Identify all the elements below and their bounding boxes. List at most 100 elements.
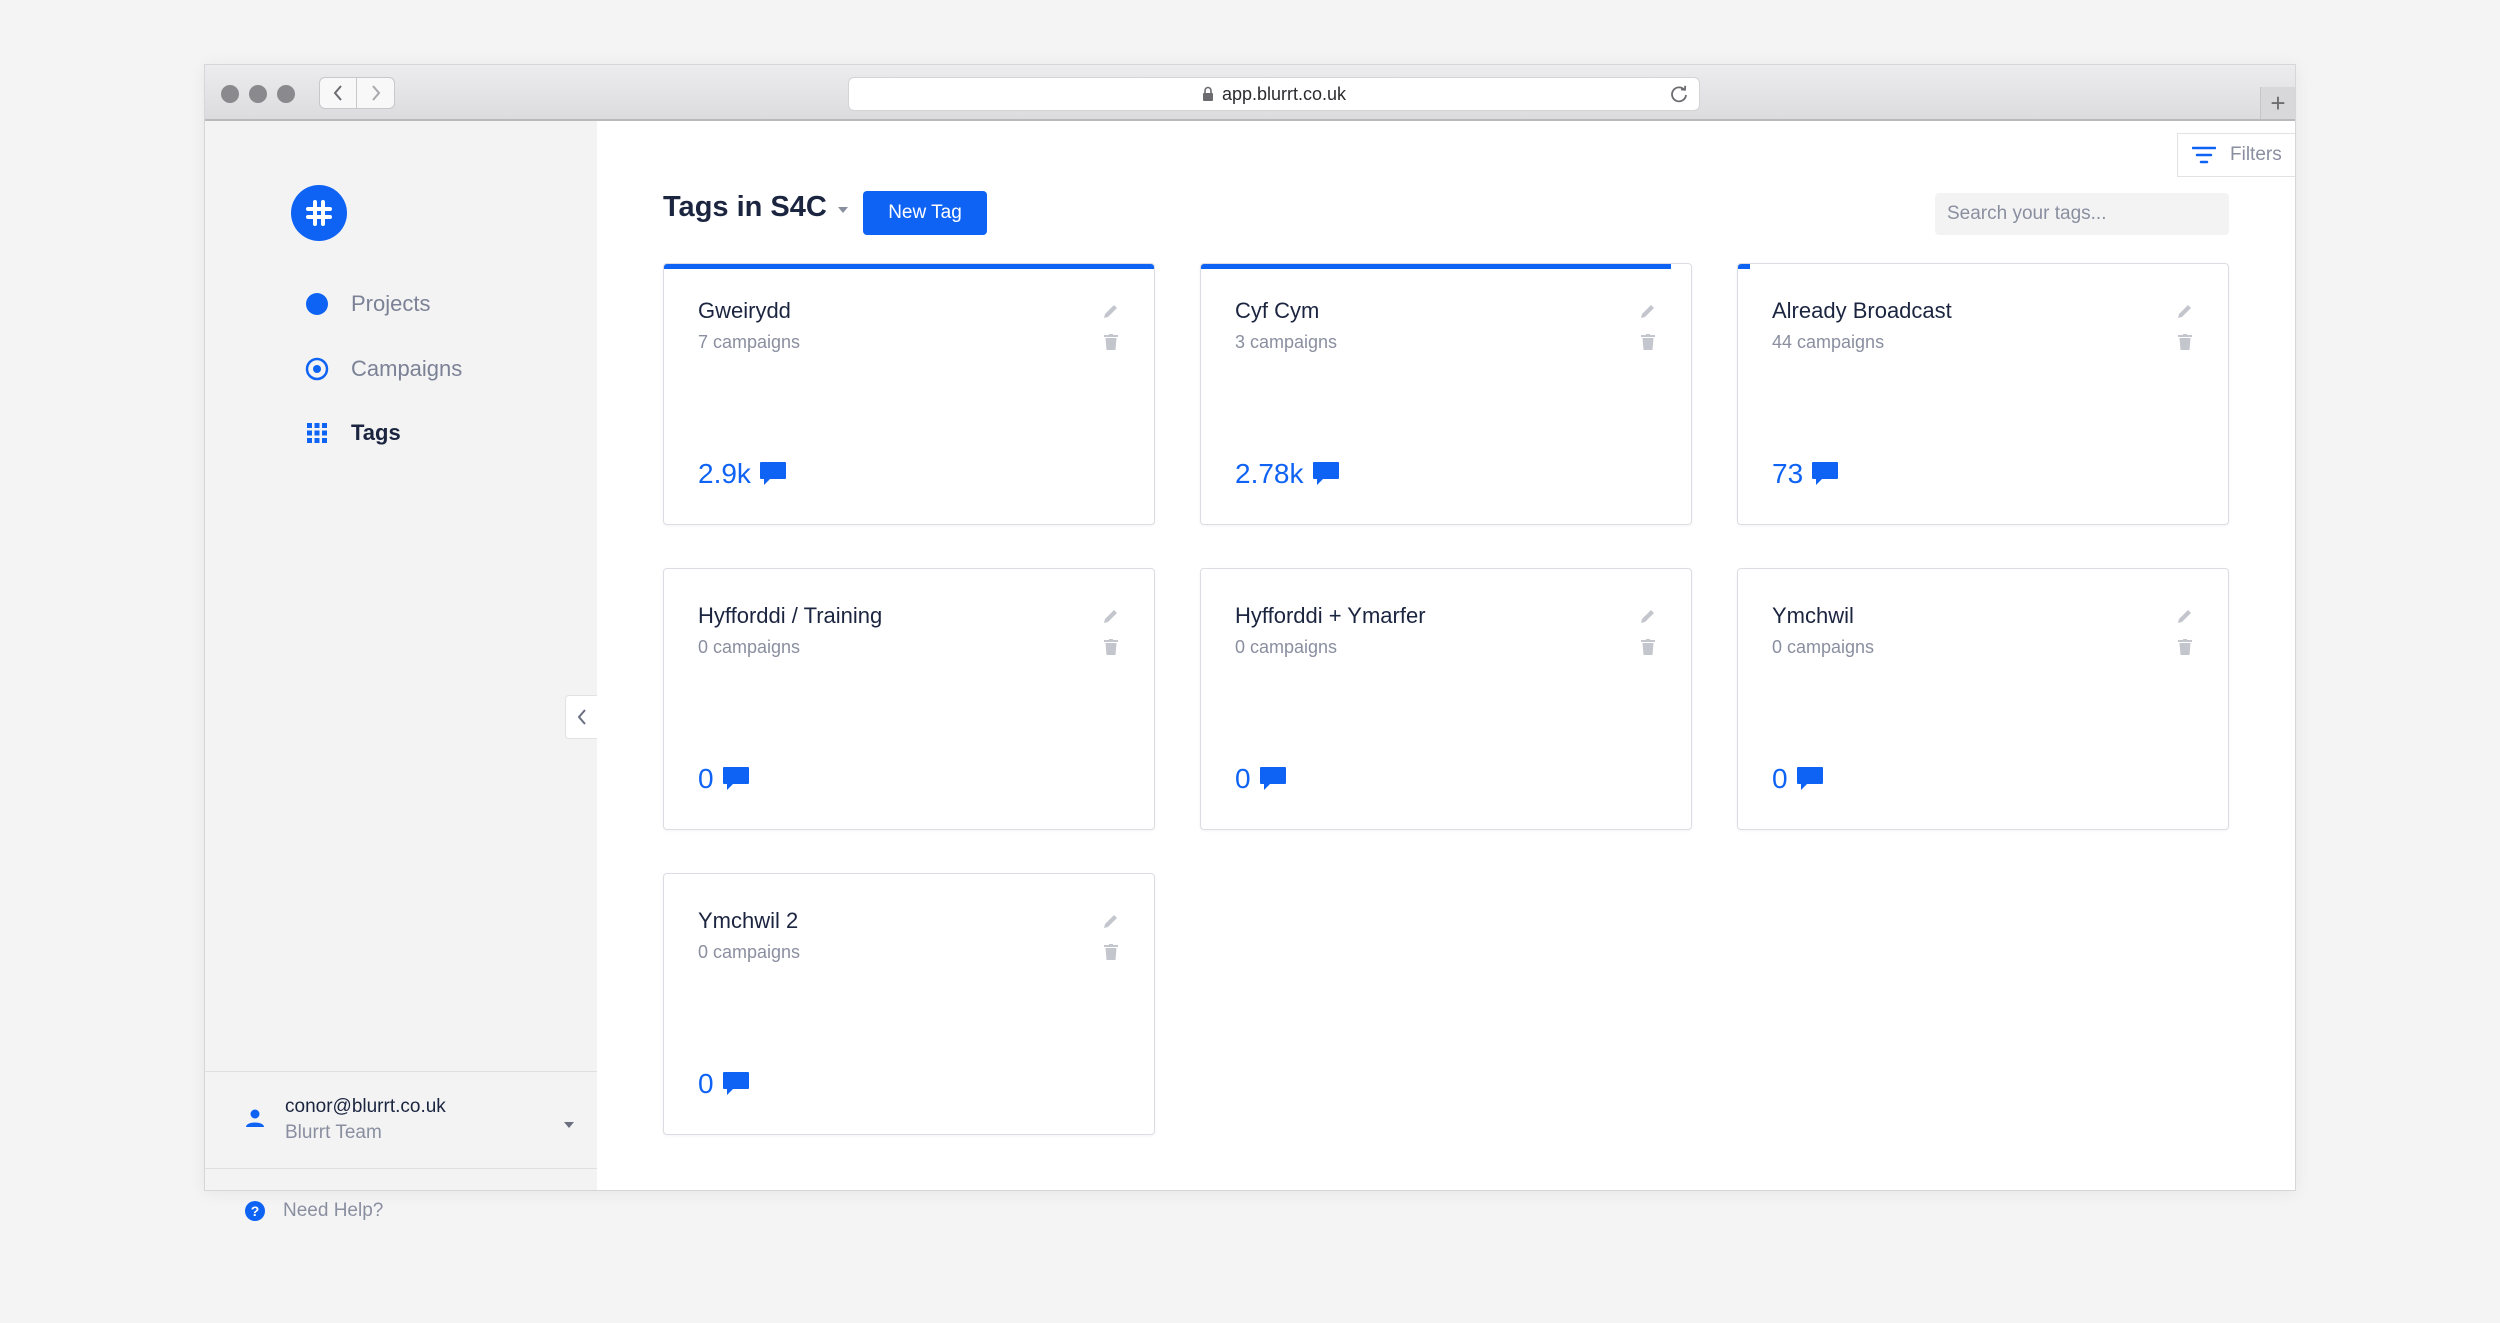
- chat-bubble-icon: [759, 461, 787, 487]
- sidebar: Projects Campaigns Tags conor@blurrt.co.…: [205, 121, 597, 1221]
- tag-card[interactable]: Hyfforddi / Training 0 campaigns 0: [663, 568, 1155, 830]
- filters-button[interactable]: Filters: [2177, 133, 2295, 177]
- chat-bubble-icon: [722, 766, 750, 792]
- help-icon: ?: [245, 1201, 265, 1221]
- chat-bubble-icon: [1312, 461, 1340, 487]
- filters-label: Filters: [2230, 144, 2282, 165]
- tag-mentions: 0: [698, 763, 750, 795]
- tag-name: Gweirydd: [698, 298, 791, 323]
- sidebar-item-projects[interactable]: Projects: [305, 291, 430, 317]
- sidebar-item-campaigns[interactable]: Campaigns: [305, 356, 462, 382]
- chevron-left-icon: [333, 85, 342, 101]
- trash-icon[interactable]: [1641, 334, 1655, 350]
- trash-icon[interactable]: [2178, 639, 2192, 655]
- user-menu[interactable]: conor@blurrt.co.uk Blurrt Team: [205, 1071, 597, 1169]
- browser-titlebar: app.blurrt.co.uk +: [205, 65, 2295, 121]
- address-bar[interactable]: app.blurrt.co.uk: [848, 77, 1700, 111]
- caret-down-icon: [837, 201, 849, 219]
- lock-icon: [1202, 86, 1214, 102]
- sidebar-item-label: Tags: [351, 420, 401, 445]
- forward-button[interactable]: [357, 77, 395, 109]
- mentions-share-bar: [1201, 264, 1672, 269]
- tag-name: Ymchwil 2: [698, 908, 799, 933]
- filled-circle-icon: [305, 292, 329, 316]
- chat-bubble-icon: [722, 1071, 750, 1097]
- help-label: Need Help?: [283, 1200, 384, 1221]
- grid-dots-icon: [305, 421, 329, 445]
- trash-icon[interactable]: [2178, 334, 2192, 350]
- tag-name: Hyfforddi / Training: [698, 603, 883, 628]
- tag-campaign-count: 0 campaigns: [698, 637, 801, 657]
- close-window-button[interactable]: [221, 85, 239, 103]
- target-circle-icon: [305, 357, 329, 381]
- tag-card[interactable]: Cyf Cym 3 campaigns 2.78k: [1200, 263, 1692, 525]
- trash-icon[interactable]: [1641, 639, 1655, 655]
- reload-icon[interactable]: [1669, 84, 1689, 104]
- mentions-count: 0: [698, 763, 714, 794]
- pencil-icon[interactable]: [1639, 302, 1657, 320]
- mentions-count: 2.78k: [1235, 458, 1304, 489]
- user-email: conor@blurrt.co.uk: [285, 1096, 446, 1117]
- user-team: Blurrt Team: [285, 1122, 382, 1143]
- tag-mentions: 0: [1772, 763, 1824, 795]
- url-text: app.blurrt.co.uk: [1221, 83, 1347, 104]
- tag-campaign-count: 3 campaigns: [1235, 332, 1338, 352]
- trash-icon[interactable]: [1104, 639, 1118, 655]
- zoom-window-button[interactable]: [277, 85, 295, 103]
- sidebar-item-tags[interactable]: Tags: [305, 420, 401, 446]
- history-nav: [319, 77, 399, 109]
- tag-mentions: 2.78k: [1235, 458, 1340, 490]
- tag-card[interactable]: Hyfforddi + Ymarfer 0 campaigns 0: [1200, 568, 1692, 830]
- back-button[interactable]: [319, 77, 357, 109]
- chevron-left-icon: [577, 709, 586, 725]
- hashtag-logo-icon[interactable]: [291, 185, 347, 241]
- mentions-count: 0: [1772, 763, 1788, 794]
- tag-campaign-count: 44 campaigns: [1772, 332, 1885, 352]
- pencil-icon[interactable]: [2176, 302, 2194, 320]
- tag-card[interactable]: Gweirydd 7 campaigns 2.9k: [663, 263, 1155, 525]
- chat-bubble-icon: [1811, 461, 1839, 487]
- mentions-share-bar: [664, 264, 1154, 269]
- tag-name: Ymchwil: [1772, 603, 1854, 628]
- need-help-link[interactable]: ? Need Help?: [245, 1200, 383, 1222]
- tag-name: Cyf Cym: [1235, 298, 1320, 323]
- pencil-icon[interactable]: [1102, 302, 1120, 320]
- tag-name: Already Broadcast: [1772, 298, 1952, 323]
- tag-mentions: 0: [698, 1068, 750, 1100]
- mentions-share-bar: [1738, 264, 1751, 269]
- sidebar-item-label: Campaigns: [351, 356, 463, 381]
- chevron-right-icon: [371, 85, 380, 101]
- pencil-icon[interactable]: [1102, 607, 1120, 625]
- tag-card[interactable]: Ymchwil 0 campaigns 0: [1737, 568, 2229, 830]
- pencil-icon[interactable]: [2176, 607, 2194, 625]
- chat-bubble-icon: [1259, 766, 1287, 792]
- tag-campaign-count: 7 campaigns: [698, 332, 801, 352]
- pencil-icon[interactable]: [1102, 912, 1120, 930]
- mentions-count: 0: [1235, 763, 1251, 794]
- tag-campaign-count: 0 campaigns: [1772, 637, 1875, 657]
- mentions-count: 0: [698, 1068, 714, 1099]
- tag-card[interactable]: Ymchwil 2 0 campaigns 0: [663, 873, 1155, 1135]
- tag-mentions: 2.9k: [698, 458, 787, 490]
- search-input[interactable]: [1935, 193, 2229, 235]
- chat-bubble-icon: [1796, 766, 1824, 792]
- trash-icon[interactable]: [1104, 334, 1118, 350]
- caret-down-icon: [563, 1116, 575, 1134]
- project-switcher[interactable]: Tags in S4C: [663, 191, 849, 224]
- page-title: Tags in S4C: [663, 191, 827, 223]
- pencil-icon[interactable]: [1639, 607, 1657, 625]
- tag-campaign-count: 0 campaigns: [1235, 637, 1338, 657]
- filter-icon: [2192, 146, 2216, 164]
- new-tag-button[interactable]: New Tag: [863, 191, 987, 235]
- browser-window: app.blurrt.co.uk + Projects Campaigns Ta…: [204, 64, 2296, 1221]
- tag-mentions: 0: [1235, 763, 1287, 795]
- tag-card[interactable]: Already Broadcast 44 campaigns 73: [1737, 263, 2229, 525]
- trash-icon[interactable]: [1104, 944, 1118, 960]
- new-tab-button[interactable]: +: [2260, 87, 2295, 119]
- tag-campaign-count: 0 campaigns: [698, 942, 801, 962]
- collapse-sidebar-button[interactable]: [565, 695, 597, 739]
- sidebar-item-label: Projects: [351, 291, 431, 316]
- minimize-window-button[interactable]: [249, 85, 267, 103]
- tag-name: Hyfforddi + Ymarfer: [1235, 603, 1426, 628]
- tag-mentions: 73: [1772, 458, 1839, 490]
